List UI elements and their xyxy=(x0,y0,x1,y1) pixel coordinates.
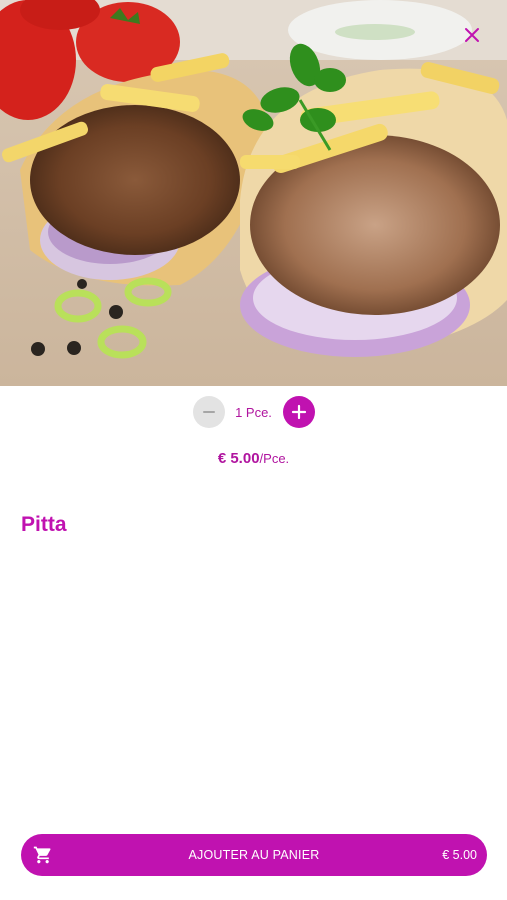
cart-total: € 5.00 xyxy=(442,848,477,862)
add-to-cart-button[interactable]: AJOUTER AU PANIER € 5.00 xyxy=(21,834,487,876)
add-to-cart-label: AJOUTER AU PANIER xyxy=(188,848,320,862)
close-button[interactable] xyxy=(459,22,485,48)
price-unit: /Pce. xyxy=(259,451,290,466)
minus-icon xyxy=(202,411,215,413)
product-image xyxy=(0,0,507,386)
product-detail-sheet: 1 Pce. € 5.00/Pce. Pitta AJOUTER AU PANI… xyxy=(0,0,507,900)
close-icon xyxy=(465,28,479,42)
quantity-value: 1 Pce. xyxy=(235,404,272,420)
unit-price: € 5.00/Pce. xyxy=(0,450,507,468)
product-title: Pitta xyxy=(21,513,67,536)
decrease-quantity-button[interactable] xyxy=(192,396,225,428)
product-photo-illustration xyxy=(0,0,507,386)
price-amount: € 5.00 xyxy=(217,450,260,467)
plus-icon xyxy=(291,404,306,420)
quantity-stepper: 1 Pce. xyxy=(0,396,507,428)
increase-quantity-button[interactable] xyxy=(282,396,315,428)
